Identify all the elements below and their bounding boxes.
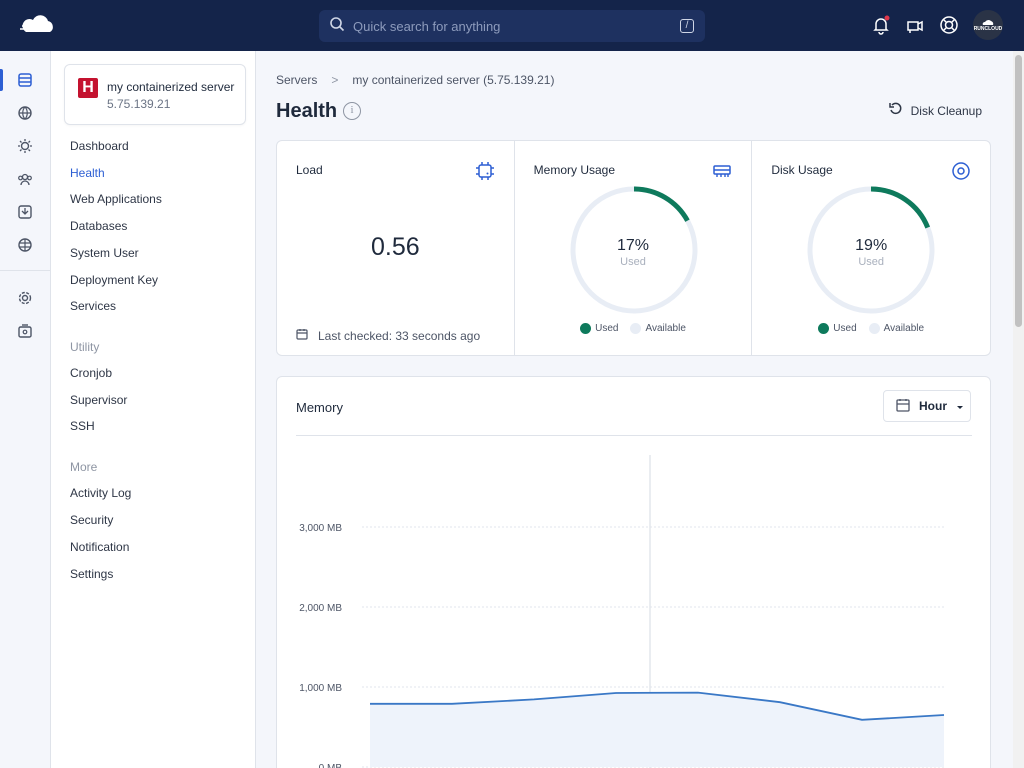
- servers-icon[interactable]: [15, 70, 35, 90]
- memory-usage-card: Memory Usage 17% Used Used Available: [515, 141, 753, 355]
- chart-y-tick-label: 1,000 MB: [299, 683, 342, 694]
- nav-item-web-applications[interactable]: Web Applications: [70, 192, 162, 206]
- api-box-icon[interactable]: [15, 321, 35, 341]
- nav-item-ssh[interactable]: SSH: [70, 419, 95, 433]
- team-users-icon[interactable]: [15, 169, 35, 189]
- memory-used-label: Used: [620, 256, 646, 268]
- notification-bell-icon[interactable]: [870, 14, 892, 36]
- legend-available: Available: [868, 323, 924, 334]
- search-input[interactable]: Quick search for anything: [353, 19, 500, 34]
- nav-item-security[interactable]: Security: [70, 513, 113, 527]
- load-value: 0.56: [371, 233, 420, 261]
- chart-y-tick-label: 3,000 MB: [299, 523, 342, 534]
- disk-cleanup-label: Disk Cleanup: [910, 103, 982, 118]
- used-swatch: [580, 323, 592, 334]
- page-title: Health: [276, 100, 338, 122]
- server-subnav: H my containerized server 5.75.139.21 Da…: [51, 51, 256, 768]
- support-lifebuoy-icon[interactable]: [938, 14, 960, 36]
- nav-item-settings[interactable]: Settings: [70, 567, 113, 581]
- nav-heading-more: More: [70, 460, 98, 474]
- nav-item-deployment-key[interactable]: Deployment Key: [70, 273, 158, 287]
- memory-legend: Used Available: [515, 323, 752, 334]
- user-avatar[interactable]: RUNCLOUD: [973, 10, 1003, 40]
- nav-item-system-user[interactable]: System User: [70, 246, 139, 260]
- web-globe-icon[interactable]: [15, 103, 35, 123]
- chart-y-tick-label: 0 MB: [319, 763, 343, 768]
- breadcrumb: Servers > my containerized server (5.75.…: [276, 73, 554, 87]
- settings-gear-icon[interactable]: [15, 288, 35, 308]
- disk-cleanup-button[interactable]: Disk Cleanup: [888, 102, 982, 119]
- nav-heading-utility: Utility: [70, 340, 100, 354]
- page-scrollbar[interactable]: [1013, 51, 1024, 768]
- info-icon[interactable]: i: [343, 102, 361, 120]
- legend-used: Used: [580, 323, 618, 334]
- disk-usage-title: Disk Usage: [771, 163, 833, 177]
- top-bar: Quick search for anything / RUNCLOUD: [0, 0, 1024, 51]
- search-icon: [329, 16, 345, 37]
- load-title: Load: [296, 163, 323, 177]
- rail-divider: [0, 270, 51, 271]
- nav-item-cronjob[interactable]: Cronjob: [70, 366, 112, 380]
- scrollbar-thumb[interactable]: [1015, 55, 1022, 327]
- avatar-label: RUNCLOUD: [973, 25, 1003, 32]
- refresh-icon: [888, 102, 903, 119]
- server-provider-badge: H: [78, 78, 98, 98]
- runcloud-logo-icon[interactable]: [20, 14, 56, 36]
- nav-item-notification[interactable]: Notification: [70, 540, 129, 554]
- health-summary-cards: Load 0.56 Last checked: 33 seconds ago M…: [276, 140, 991, 356]
- last-checked: Last checked: 33 seconds ago: [296, 328, 480, 343]
- disk-used-label: Used: [858, 256, 885, 268]
- breadcrumb-servers-link[interactable]: Servers: [276, 73, 317, 87]
- memory-chart-title: Memory: [296, 400, 343, 415]
- search-bar[interactable]: Quick search for anything /: [319, 10, 705, 42]
- server-card[interactable]: H my containerized server 5.75.139.21: [64, 64, 246, 125]
- calendar-icon: [296, 328, 308, 343]
- memory-chart-card: 3,000 MB 2,000 MB 1,000 MB 0 MB Memory Hour: [276, 376, 991, 768]
- memory-header-divider: [296, 435, 972, 436]
- disk-icon: [951, 161, 971, 181]
- load-card: Load 0.56 Last checked: 33 seconds ago: [277, 141, 515, 355]
- nav-item-dashboard[interactable]: Dashboard: [70, 139, 129, 153]
- main-content: Servers > my containerized server (5.75.…: [256, 51, 1013, 768]
- last-checked-text: Last checked: 33 seconds ago: [318, 328, 481, 343]
- nav-item-health[interactable]: Health: [70, 166, 105, 180]
- used-swatch: [818, 323, 830, 334]
- cpu-chip-icon: [475, 161, 495, 181]
- breadcrumb-current: my containerized server (5.75.139.21): [352, 73, 555, 87]
- memory-usage-title: Memory Usage: [533, 163, 616, 177]
- caret-down-icon: [956, 399, 964, 413]
- calendar-icon: [896, 398, 910, 415]
- legend-available: Available: [630, 323, 686, 334]
- nav-item-activity-log[interactable]: Activity Log: [70, 486, 131, 500]
- time-range-label: Hour: [919, 399, 947, 413]
- available-swatch: [630, 323, 642, 334]
- bug-settings-icon[interactable]: [15, 136, 35, 156]
- available-swatch: [868, 323, 880, 334]
- memory-module-icon: [712, 161, 732, 181]
- time-range-dropdown[interactable]: Hour: [883, 390, 971, 422]
- dns-globe-icon[interactable]: [15, 235, 35, 255]
- legend-used: Used: [818, 323, 857, 334]
- chart-y-tick-label: 2,000 MB: [299, 603, 342, 614]
- disk-usage-card: Disk Usage 19% Used Used Available: [752, 141, 990, 355]
- disk-percent: 19%: [855, 237, 888, 254]
- rail-active-indicator: [0, 69, 3, 91]
- disk-legend: Used Available: [752, 323, 990, 334]
- nav-item-services[interactable]: Services: [70, 299, 116, 313]
- slash-shortcut-icon: /: [680, 19, 694, 33]
- memory-percent: 17%: [616, 237, 650, 254]
- server-name: my containerized server: [107, 80, 235, 94]
- server-ip: 5.75.139.21: [107, 97, 171, 111]
- icon-rail: [0, 51, 51, 768]
- backup-inbox-icon[interactable]: [15, 202, 35, 222]
- nav-item-supervisor[interactable]: Supervisor: [70, 393, 127, 407]
- nav-item-databases[interactable]: Databases: [70, 219, 127, 233]
- announcement-icon[interactable]: [904, 14, 926, 36]
- breadcrumb-separator: >: [331, 73, 339, 87]
